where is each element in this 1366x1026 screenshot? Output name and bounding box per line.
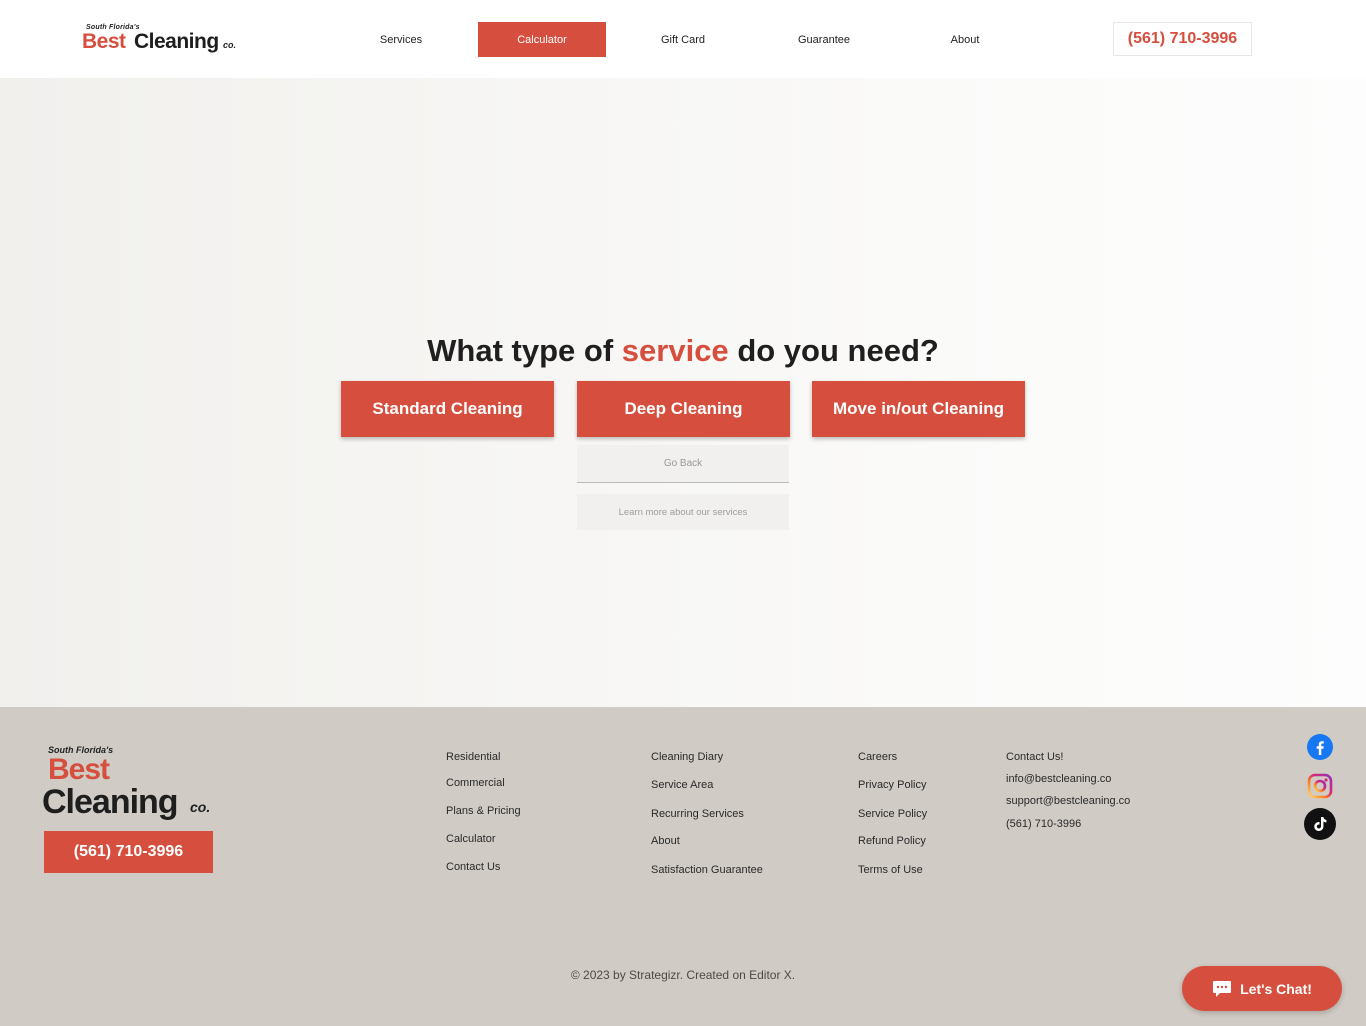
facebook-icon[interactable] xyxy=(1304,731,1336,763)
title-accent: service xyxy=(621,333,729,368)
footer-link-recurring-services[interactable]: Recurring Services xyxy=(651,808,744,820)
site-footer: South Florida's Best Cleaning co. (561) … xyxy=(0,707,1366,1026)
footer-link-plans-pricing[interactable]: Plans & Pricing xyxy=(446,805,521,817)
footer-link-service-policy[interactable]: Service Policy xyxy=(858,808,927,820)
title-pre: What type of xyxy=(427,333,614,368)
footer-link-service-area[interactable]: Service Area xyxy=(651,779,713,791)
footer-link-residential[interactable]: Residential xyxy=(446,751,500,763)
tiktok-icon[interactable] xyxy=(1304,808,1336,840)
site-header: South Florida's Best Cleaning co. Servic… xyxy=(0,0,1366,78)
footer-logo-best: Best xyxy=(48,753,110,786)
footer-link-careers[interactable]: Careers xyxy=(858,751,897,763)
footer-logo-co: co. xyxy=(190,799,211,815)
footer-link-terms-of-use[interactable]: Terms of Use xyxy=(858,864,923,876)
learn-more-button[interactable]: Learn more about our services xyxy=(577,494,789,530)
nav-guarantee[interactable]: Guarantee xyxy=(760,22,888,57)
chat-label: Let's Chat! xyxy=(1240,980,1312,997)
footer-link-privacy-policy[interactable]: Privacy Policy xyxy=(858,779,926,791)
deep-cleaning-button[interactable]: Deep Cleaning xyxy=(577,381,790,437)
footer-link-about[interactable]: About xyxy=(651,835,680,847)
nav-gift-card[interactable]: Gift Card xyxy=(619,22,747,57)
footer-link-cleaning-diary[interactable]: Cleaning Diary xyxy=(651,751,723,763)
footer-contact-heading: Contact Us! xyxy=(1006,751,1064,763)
nav-services[interactable]: Services xyxy=(337,22,465,57)
footer-email-info[interactable]: info@bestcleaning.co xyxy=(1006,773,1111,785)
footer-link-refund-policy[interactable]: Refund Policy xyxy=(858,835,926,847)
footer-link-satisfaction-guarantee[interactable]: Satisfaction Guarantee xyxy=(651,864,763,876)
title-post: do you need? xyxy=(737,333,939,368)
footer-link-contact-us[interactable]: Contact Us xyxy=(446,861,500,873)
chat-bubble-icon xyxy=(1213,980,1232,997)
footer-logo-cleaning: Cleaning xyxy=(42,783,179,821)
footer-phone-button[interactable]: (561) 710-3996 xyxy=(44,831,213,873)
logo-co: co. xyxy=(223,40,237,50)
footer-email-support[interactable]: support@bestcleaning.co xyxy=(1006,795,1130,807)
service-selector-section: What type of service do you need? Standa… xyxy=(0,78,1366,707)
nav-calculator[interactable]: Calculator xyxy=(478,22,606,57)
go-back-button[interactable]: Go Back xyxy=(577,445,789,483)
logo-best: Best xyxy=(82,30,126,53)
page-title: What type of service do you need? xyxy=(0,333,1366,369)
footer-link-commercial[interactable]: Commercial xyxy=(446,777,505,789)
footer-link-calculator[interactable]: Calculator xyxy=(446,833,496,845)
nav-about[interactable]: About xyxy=(901,22,1029,57)
standard-cleaning-button[interactable]: Standard Cleaning xyxy=(341,381,554,437)
chat-button[interactable]: Let's Chat! xyxy=(1182,966,1342,1011)
logo-cleaning: Cleaning xyxy=(134,30,219,53)
move-in-out-cleaning-button[interactable]: Move in/out Cleaning xyxy=(812,381,1025,437)
header-phone-button[interactable]: (561) 710-3996 xyxy=(1113,22,1252,56)
footer-contact-phone[interactable]: (561) 710-3996 xyxy=(1006,818,1081,830)
instagram-icon[interactable] xyxy=(1304,770,1336,802)
footer-logo[interactable]: South Florida's Best Cleaning co. xyxy=(42,745,222,825)
copyright-text: © 2023 by Strategizr. Created on Editor … xyxy=(570,968,796,982)
brand-logo[interactable]: South Florida's Best Cleaning co. xyxy=(82,24,242,54)
